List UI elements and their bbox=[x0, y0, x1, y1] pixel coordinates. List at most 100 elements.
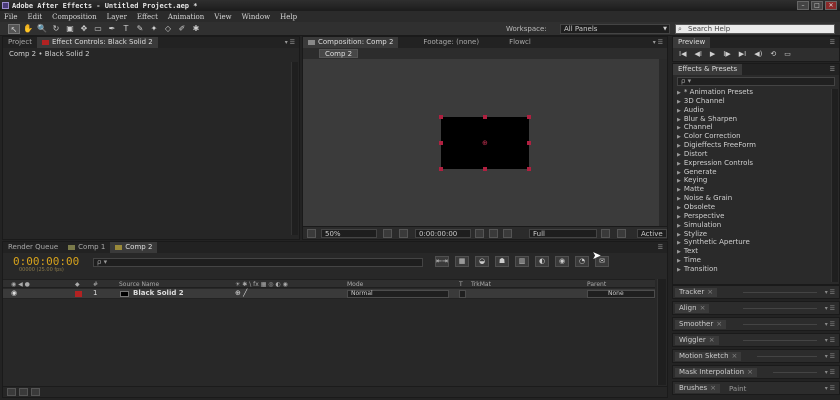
eraser-tool-icon[interactable]: ◇ bbox=[162, 24, 174, 34]
motion-blur-icon[interactable]: ◐ bbox=[535, 256, 549, 267]
toggle-in-out-icon[interactable] bbox=[31, 388, 40, 396]
play-icon[interactable]: ▶ bbox=[710, 50, 715, 58]
panel-menu-icon[interactable]: ☰ bbox=[830, 66, 835, 73]
tab-comp-2[interactable]: Comp 2 bbox=[110, 242, 158, 253]
tab-brushes[interactable]: Brushes × bbox=[675, 384, 721, 393]
column-parent[interactable]: Parent bbox=[587, 281, 606, 288]
effects-category[interactable]: ▶ Transition bbox=[677, 265, 827, 274]
anchor-point-icon[interactable]: ⊕ bbox=[482, 140, 488, 147]
audio-icon[interactable]: ◀) bbox=[754, 50, 762, 58]
close-icon[interactable]: × bbox=[709, 336, 715, 344]
transform-handle[interactable] bbox=[439, 115, 443, 119]
tab-render-queue[interactable]: Render Queue bbox=[3, 242, 63, 253]
effects-category[interactable]: ▶ Channel bbox=[677, 123, 827, 132]
blend-mode-select[interactable]: Normal bbox=[347, 290, 449, 298]
menu-file[interactable]: File bbox=[4, 13, 17, 21]
region-of-interest-icon[interactable] bbox=[601, 229, 610, 238]
graph-editor-icon[interactable]: ◔ bbox=[575, 256, 589, 267]
previous-frame-icon[interactable]: ◀I bbox=[694, 50, 701, 58]
menu-layer[interactable]: Layer bbox=[107, 13, 127, 21]
panel-menu-icon[interactable]: ▾ ☰ bbox=[825, 305, 835, 312]
transform-handle[interactable] bbox=[483, 167, 487, 171]
panel-menu-icon[interactable]: ▾ ☰ bbox=[285, 39, 295, 46]
effects-category[interactable]: ▶ Simulation bbox=[677, 221, 827, 230]
transform-handle[interactable] bbox=[527, 141, 531, 145]
comp-chip[interactable]: Comp 2 bbox=[319, 49, 359, 58]
search-help-input[interactable]: ⌕ Search Help bbox=[675, 24, 835, 34]
zoom-tool-icon[interactable]: 🔍 bbox=[36, 24, 48, 34]
current-time-display[interactable]: 0:00:00:00 bbox=[415, 229, 471, 238]
selection-tool-icon[interactable]: ↖ bbox=[8, 24, 20, 34]
panel-menu-icon[interactable]: ▾ ☰ bbox=[825, 385, 835, 392]
tab-effects-presets[interactable]: Effects & Presets bbox=[673, 64, 743, 75]
menu-view[interactable]: View bbox=[214, 13, 231, 21]
ram-preview-icon[interactable]: ▭ bbox=[784, 50, 791, 58]
puppet-tool-icon[interactable]: ✱ bbox=[190, 24, 202, 34]
close-icon[interactable]: × bbox=[747, 368, 753, 376]
type-tool-icon[interactable]: T bbox=[120, 24, 132, 34]
menu-composition[interactable]: Composition bbox=[52, 13, 97, 21]
channel-icon[interactable] bbox=[503, 229, 512, 238]
tab-effect-controls[interactable]: Effect Controls: Black Solid 2 bbox=[36, 37, 158, 48]
pan-behind-tool-icon[interactable]: ✥ bbox=[78, 24, 90, 34]
menu-animation[interactable]: Animation bbox=[168, 13, 204, 21]
tab-paint[interactable]: Paint bbox=[729, 385, 746, 393]
minimize-button[interactable]: – bbox=[797, 1, 809, 10]
toggle-switches-icon[interactable] bbox=[7, 388, 16, 396]
roto-brush-tool-icon[interactable]: ✐ bbox=[176, 24, 188, 34]
tab-preview[interactable]: Preview bbox=[673, 37, 711, 48]
panel-menu-icon[interactable]: ☰ bbox=[658, 244, 663, 251]
effects-category[interactable]: ▶ Digieffects FreeForm bbox=[677, 141, 827, 150]
effects-category[interactable]: ▶ Blur & Sharpen bbox=[677, 115, 827, 124]
tab-wiggler[interactable]: Wiggler × bbox=[675, 336, 719, 345]
effects-scrollbar[interactable] bbox=[831, 89, 838, 282]
camera-tool-icon[interactable]: ▣ bbox=[64, 24, 76, 34]
preserve-transparency-checkbox[interactable] bbox=[459, 290, 466, 298]
timeline-scrollbar[interactable] bbox=[657, 279, 666, 385]
grid-icon[interactable] bbox=[383, 229, 392, 238]
tab-footage[interactable]: Footage: (none) bbox=[418, 37, 484, 48]
effects-category[interactable]: ▶ Distort bbox=[677, 150, 827, 159]
toggle-modes-icon[interactable] bbox=[19, 388, 28, 396]
transparency-grid-icon[interactable] bbox=[617, 229, 626, 238]
panel-menu-icon[interactable]: ▾ ☰ bbox=[825, 353, 835, 360]
tab-comp-1[interactable]: Comp 1 bbox=[63, 242, 110, 253]
effects-category[interactable]: ▶ Expression Controls bbox=[677, 159, 827, 168]
effects-category[interactable]: ▶ 3D Channel bbox=[677, 97, 827, 106]
tab-tracker[interactable]: Tracker × bbox=[675, 288, 718, 297]
project-scrollbar[interactable] bbox=[291, 62, 298, 235]
transform-handle[interactable] bbox=[527, 167, 531, 171]
effects-category[interactable]: ▶ Synthetic Aperture bbox=[677, 238, 827, 247]
effects-category[interactable]: ▶ Keying bbox=[677, 176, 827, 185]
mask-tool-icon[interactable]: ▭ bbox=[92, 24, 104, 34]
layer-name[interactable]: Black Solid 2 bbox=[133, 289, 184, 297]
tab-mask-interpolation[interactable]: Mask Interpolation × bbox=[675, 368, 757, 377]
loop-icon[interactable]: ⟲ bbox=[770, 50, 776, 58]
transform-handle[interactable] bbox=[439, 141, 443, 145]
show-snapshot-icon[interactable] bbox=[489, 229, 498, 238]
effects-search-input[interactable]: ρ ▾ bbox=[677, 77, 835, 86]
panel-menu-icon[interactable]: ☰ bbox=[830, 39, 835, 46]
always-preview-icon[interactable] bbox=[307, 229, 316, 238]
effects-category[interactable]: ▶ Perspective bbox=[677, 212, 827, 221]
effects-category[interactable]: ▶ Stylize bbox=[677, 230, 827, 239]
column-source-name[interactable]: Source Name bbox=[119, 281, 159, 288]
mini-flowchart-icon[interactable]: ⇤⇥ bbox=[435, 256, 449, 267]
snapshot-icon[interactable] bbox=[475, 229, 484, 238]
transform-handle[interactable] bbox=[527, 115, 531, 119]
frame-blending-icon[interactable]: ▥ bbox=[515, 256, 529, 267]
effects-category[interactable]: ▶ Time bbox=[677, 256, 827, 265]
panel-menu-icon[interactable]: ▾ ☰ bbox=[825, 289, 835, 296]
effects-category[interactable]: ▶ Obsolete bbox=[677, 203, 827, 212]
panel-menu-icon[interactable]: ▾ ☰ bbox=[825, 321, 835, 328]
effects-category[interactable]: ▶ Color Correction bbox=[677, 132, 827, 141]
panel-menu-icon[interactable]: ▾ ☰ bbox=[825, 337, 835, 344]
layer-row[interactable]: ◉ 1 Black Solid 2 ⊕ ╱ Normal None bbox=[3, 289, 655, 299]
workspace-select[interactable]: All Panels bbox=[560, 24, 670, 34]
layer-label-swatch[interactable] bbox=[75, 291, 82, 297]
tab-smoother[interactable]: Smoother × bbox=[675, 320, 727, 329]
draft-3d-icon[interactable]: ◒ bbox=[475, 256, 489, 267]
maximize-button[interactable]: □ bbox=[811, 1, 823, 10]
close-icon[interactable]: × bbox=[700, 304, 706, 312]
close-icon[interactable]: × bbox=[707, 288, 713, 296]
